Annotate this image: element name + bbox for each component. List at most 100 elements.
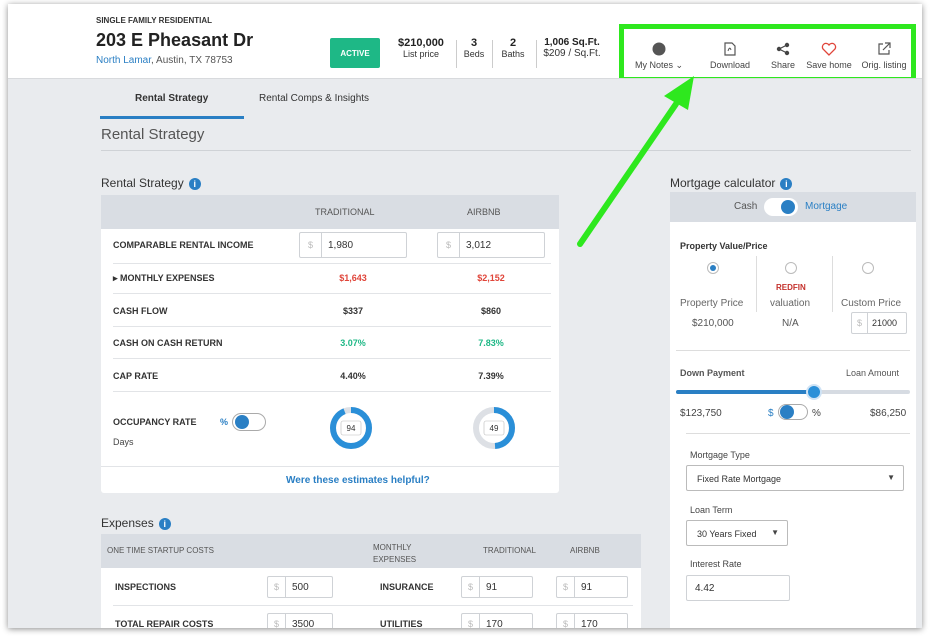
input-value: 91 bbox=[486, 582, 498, 593]
active-tab-indicator bbox=[100, 116, 244, 119]
custom-price-label: Custom Price bbox=[841, 298, 902, 309]
expenses-heading: Expenses i bbox=[101, 516, 171, 530]
neighborhood-link[interactable]: North Lamar bbox=[96, 55, 151, 66]
rental-strategy-card: TRADITIONAL AIRBNB COMPARABLE RENTAL INC… bbox=[101, 195, 559, 493]
redfin-logo: REDFIN bbox=[776, 283, 806, 292]
info-icon[interactable]: i bbox=[780, 177, 793, 190]
baths-stat: 2 Baths bbox=[496, 37, 530, 60]
currency-symbol: $ bbox=[852, 313, 868, 333]
property-price-radio[interactable] bbox=[707, 262, 719, 274]
table-header: TRADITIONAL AIRBNB bbox=[101, 195, 559, 229]
price-per-sqft: $209 / Sq.Ft. bbox=[543, 48, 601, 59]
custom-price-radio[interactable] bbox=[862, 262, 874, 274]
tab-bar: Rental Strategy Rental Comps & Insights bbox=[8, 78, 922, 119]
occupancy-airbnb-donut: 49 bbox=[473, 407, 515, 449]
toggle-knob bbox=[781, 200, 795, 214]
original-listing-button[interactable]: Orig. listing bbox=[858, 42, 910, 70]
redfin-valuation-radio[interactable] bbox=[785, 262, 797, 274]
interest-rate-input[interactable]: 4.42 bbox=[686, 575, 790, 601]
row-divider bbox=[113, 391, 551, 392]
property-type: SINGLE FAMILY RESIDENTIAL bbox=[96, 16, 213, 25]
pdf-file-icon bbox=[705, 42, 755, 56]
input-value: 91 bbox=[581, 582, 593, 593]
input-value: 3500 bbox=[292, 619, 315, 628]
down-payment-unit-toggle[interactable] bbox=[778, 404, 808, 420]
inspections-input[interactable]: $500 bbox=[267, 576, 333, 598]
airbnb-income-input[interactable]: $3,012 bbox=[437, 232, 545, 258]
download-button[interactable]: Download bbox=[705, 42, 755, 70]
divider bbox=[492, 40, 493, 68]
monthly-expenses-toggle[interactable]: ▸ MONTHLY EXPENSES bbox=[113, 273, 215, 284]
input-value: 4.42 bbox=[695, 583, 715, 594]
sqft-stat: 1,006 Sq.Ft. $209 / Sq.Ft. bbox=[540, 37, 604, 59]
info-icon[interactable]: i bbox=[158, 517, 171, 530]
utilities-airbnb-input[interactable]: $170 bbox=[556, 613, 628, 628]
input-value: 500 bbox=[292, 582, 309, 593]
divider bbox=[101, 150, 911, 151]
insurance-airbnb-input[interactable]: $91 bbox=[556, 576, 628, 598]
estimates-feedback-link[interactable]: Were these estimates helpful? bbox=[286, 475, 430, 486]
col-airbnb: AIRBNB bbox=[570, 546, 600, 555]
loan-term-select[interactable]: 30 Years Fixed ▼ bbox=[686, 520, 788, 546]
section-title: Expenses bbox=[101, 516, 154, 530]
loan-amount-value: $86,250 bbox=[870, 408, 907, 419]
col-airbnb: AIRBNB bbox=[467, 207, 501, 217]
repair-costs-input[interactable]: $3500 bbox=[267, 613, 333, 628]
price-value: $210,000 bbox=[398, 37, 444, 49]
occupancy-percent-label: % bbox=[220, 417, 229, 427]
baths-label: Baths bbox=[501, 49, 525, 59]
price-label: List price bbox=[402, 49, 439, 59]
cash-flow-traditional: $337 bbox=[342, 306, 364, 316]
input-value: 21000 bbox=[872, 318, 898, 328]
coc-label: CASH ON CASH RETURN bbox=[113, 338, 223, 348]
original-listing-label: Orig. listing bbox=[861, 60, 907, 70]
down-payment-slider-track[interactable] bbox=[676, 384, 910, 400]
divider bbox=[676, 350, 910, 351]
info-icon[interactable]: i bbox=[188, 177, 201, 190]
utilities-label: UTILITIES bbox=[380, 619, 423, 628]
row-divider bbox=[113, 293, 551, 294]
down-payment-value: $123,750 bbox=[680, 408, 722, 419]
tab-rental-comps[interactable]: Rental Comps & Insights bbox=[259, 93, 369, 104]
cash-mortgage-toggle[interactable] bbox=[764, 198, 798, 216]
save-home-button[interactable]: Save home bbox=[801, 42, 857, 70]
loan-term-label: Loan Term bbox=[690, 505, 733, 515]
share-icon bbox=[763, 42, 803, 56]
occupancy-traditional-value: 94 bbox=[347, 424, 356, 433]
custom-price-input[interactable]: $21000 bbox=[851, 312, 907, 334]
property-location: North Lamar, Austin, TX 78753 bbox=[96, 55, 233, 66]
row-divider bbox=[101, 466, 559, 467]
redfin-valuation-value: N/A bbox=[782, 318, 799, 329]
mortgage-type-select[interactable]: Fixed Rate Mortgage ▼ bbox=[686, 465, 904, 491]
down-payment-dollar-label: $ bbox=[768, 408, 774, 419]
down-payment-label: Down Payment bbox=[680, 368, 745, 378]
external-link-icon bbox=[858, 42, 910, 56]
occupancy-unit-toggle[interactable] bbox=[232, 413, 266, 431]
price-stat: $210,000 List price bbox=[392, 37, 450, 60]
annotation-arrow bbox=[577, 76, 694, 247]
expenses-airbnb: $2,152 bbox=[477, 273, 505, 283]
currency-symbol: $ bbox=[462, 614, 480, 628]
rental-strategy-heading: Rental Strategy i bbox=[101, 176, 201, 190]
property-address: 203 E Pheasant Dr bbox=[96, 30, 254, 50]
row-divider bbox=[113, 263, 551, 264]
down-payment-slider-handle[interactable] bbox=[806, 384, 823, 400]
share-button[interactable]: Share bbox=[763, 42, 803, 70]
currency-symbol: $ bbox=[462, 577, 480, 597]
cash-option[interactable]: Cash bbox=[734, 201, 757, 212]
mortgage-option[interactable]: Mortgage bbox=[805, 201, 847, 212]
tab-rental-strategy[interactable]: Rental Strategy bbox=[135, 93, 208, 104]
traditional-income-input[interactable]: $1,980 bbox=[299, 232, 407, 258]
sqft-value: 1,006 Sq.Ft. bbox=[544, 37, 600, 48]
redfin-valuation-label: valuation bbox=[770, 298, 811, 309]
utilities-traditional-input[interactable]: $170 bbox=[461, 613, 533, 628]
input-value: 170 bbox=[486, 619, 503, 628]
beds-value: 3 bbox=[470, 37, 478, 49]
city-text: , Austin, TX 78753 bbox=[151, 55, 233, 66]
share-label: Share bbox=[770, 60, 796, 70]
selected-value: Fixed Rate Mortgage bbox=[697, 474, 782, 484]
currency-symbol: $ bbox=[557, 577, 575, 597]
baths-value: 2 bbox=[509, 37, 517, 49]
heart-icon bbox=[801, 42, 857, 56]
insurance-traditional-input[interactable]: $91 bbox=[461, 576, 533, 598]
